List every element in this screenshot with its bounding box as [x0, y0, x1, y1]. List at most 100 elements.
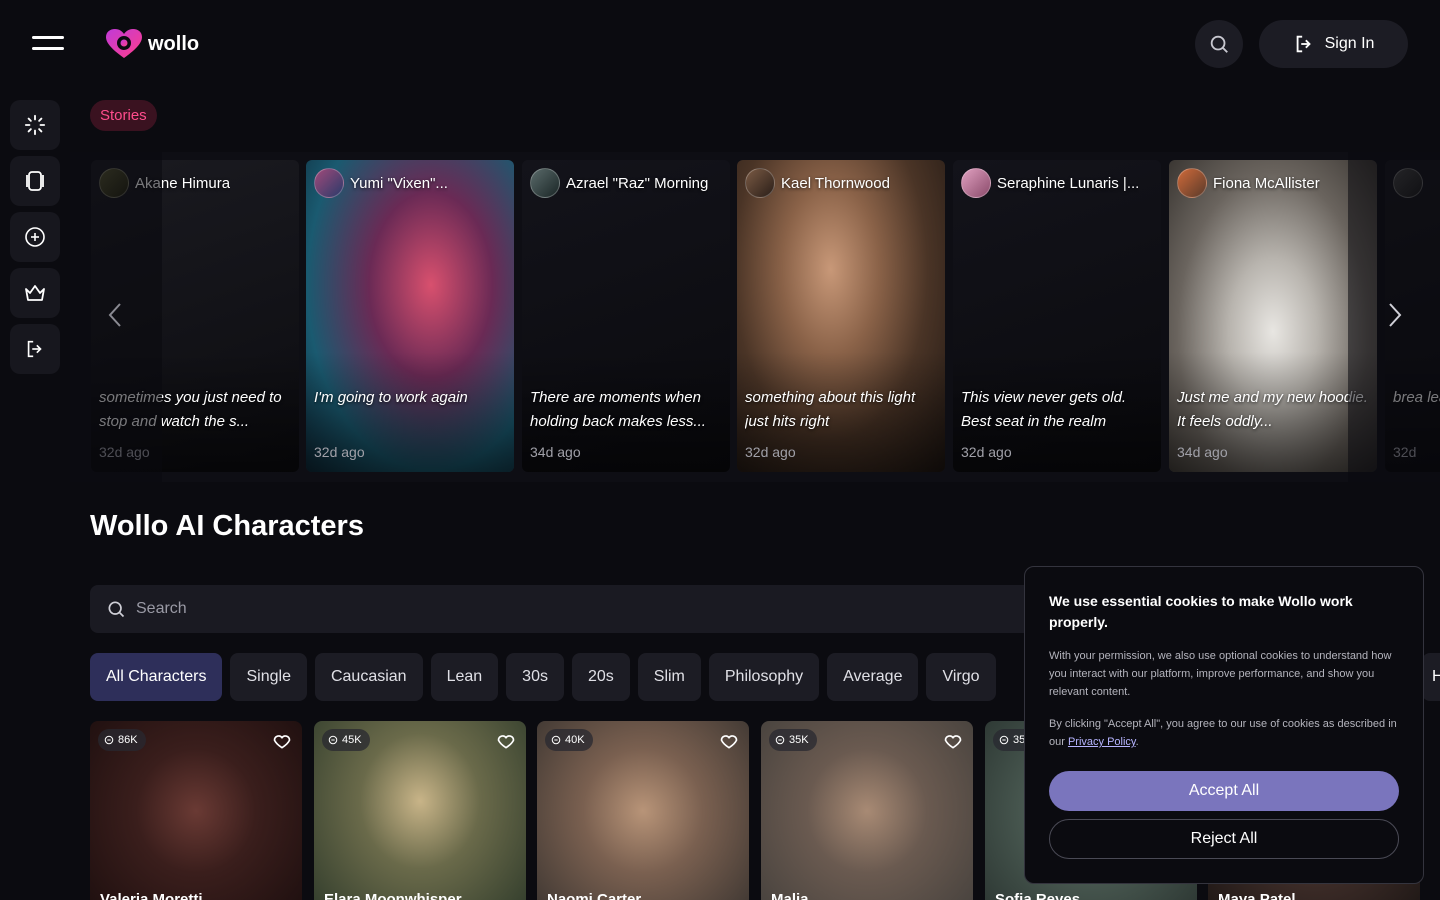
- heart-icon[interactable]: [272, 731, 292, 751]
- chip-philosophy[interactable]: Philosophy: [708, 653, 820, 701]
- story-time: 32d ago: [961, 444, 1012, 460]
- story-time: 32d ago: [314, 444, 365, 460]
- plus-circle-icon: [25, 227, 45, 247]
- avatar: [99, 168, 129, 198]
- chat-count-badge: 35K: [769, 729, 817, 751]
- character-name: Malia: [771, 891, 809, 900]
- filter-chips: All Characters Single Caucasian Lean 30s…: [90, 653, 996, 701]
- avatar: [314, 168, 344, 198]
- chat-count-badge: 86K: [98, 729, 146, 751]
- chat-icon: [104, 735, 114, 745]
- top-bar: wollo Sign In: [0, 0, 1440, 88]
- story-author: Azrael "Raz" Morning: [566, 174, 709, 192]
- cookie-body: With your permission, we also use option…: [1049, 650, 1392, 698]
- heart-icon[interactable]: [943, 731, 963, 751]
- chip-virgo[interactable]: Virgo: [926, 653, 996, 701]
- brand-name: wollo: [148, 32, 200, 55]
- avatar: [1393, 168, 1423, 198]
- story-caption: This view never gets old. Best seat in t…: [961, 389, 1127, 430]
- chat-count-badge: 45K: [322, 729, 370, 751]
- story-caption: Just me and my new hoodie. It feels oddl…: [1177, 389, 1368, 430]
- sign-in-button[interactable]: Sign In: [1259, 20, 1408, 68]
- chip-30s[interactable]: 30s: [506, 653, 564, 701]
- chevron-right-icon[interactable]: [1382, 300, 1406, 330]
- character-card[interactable]: 86K Valeria Moretti: [90, 721, 302, 900]
- story-card[interactable]: Azrael "Raz" Morning There are moments w…: [522, 160, 730, 472]
- chip-caucasian[interactable]: Caucasian: [314, 653, 423, 701]
- login-icon: [1296, 35, 1311, 53]
- story-author: Seraphine Lunaris |...: [997, 174, 1140, 192]
- chip-clipped[interactable]: H: [1422, 653, 1440, 701]
- story-card[interactable]: Fiona McAllister Just me and my new hood…: [1169, 160, 1377, 472]
- avatar: [530, 168, 560, 198]
- story-time: 32d: [1393, 444, 1417, 460]
- character-card[interactable]: 45K Elara Moonwhisper: [314, 721, 526, 900]
- avatar: [1177, 168, 1207, 198]
- chip-20s[interactable]: 20s: [571, 653, 630, 701]
- chat-icon: [775, 735, 785, 745]
- heart-icon[interactable]: [496, 731, 516, 751]
- story-caption: something about this light just hits rig…: [745, 389, 916, 430]
- story-card[interactable]: Kael Thornwood something about this ligh…: [737, 160, 945, 472]
- logo-heart-icon: [106, 29, 142, 58]
- avatar: [961, 168, 991, 198]
- search-input[interactable]: [136, 600, 736, 618]
- chip-average[interactable]: Average: [827, 653, 919, 701]
- chip-single[interactable]: Single: [230, 653, 307, 701]
- character-name: Naomi Carter: [547, 891, 642, 900]
- heart-icon[interactable]: [719, 731, 739, 751]
- character-name: Elara Moonwhisper: [324, 891, 462, 900]
- story-time: 32d ago: [745, 444, 796, 460]
- stories-label: Stories: [90, 100, 157, 131]
- story-card[interactable]: Seraphine Lunaris |... This view never g…: [953, 160, 1161, 472]
- privacy-policy-link[interactable]: Privacy Policy: [1068, 736, 1136, 748]
- story-time: 32d ago: [99, 444, 150, 460]
- story-author: Akane Himura: [135, 174, 231, 192]
- section-title: Wollo AI Characters: [90, 510, 364, 542]
- rail-collection-button[interactable]: [10, 156, 60, 206]
- logout-icon: [27, 340, 42, 358]
- story-author: Kael Thornwood: [781, 174, 890, 192]
- chat-icon: [999, 735, 1009, 745]
- cookie-consent-text: By clicking "Accept All", you agree to o…: [1049, 718, 1397, 748]
- rail-logout-button[interactable]: [10, 324, 60, 374]
- spinner-icon: [24, 114, 46, 136]
- logo[interactable]: wollo: [104, 28, 199, 60]
- story-time: 34d ago: [530, 444, 581, 460]
- character-name: Maya Patel: [1218, 891, 1296, 900]
- chat-icon: [551, 735, 561, 745]
- story-card[interactable]: Yumi "Vixen"... I'm going to work again …: [306, 160, 514, 472]
- cards-icon: [26, 171, 44, 191]
- story-caption: There are moments when holding back make…: [530, 389, 706, 430]
- sign-in-label: Sign In: [1324, 35, 1375, 52]
- rail-discover-button[interactable]: [10, 100, 60, 150]
- character-card[interactable]: 35K Malia: [761, 721, 973, 900]
- search-icon: [108, 601, 125, 618]
- cookie-consent-panel: We use essential cookies to make Wollo w…: [1024, 566, 1424, 884]
- rail-create-button[interactable]: [10, 212, 60, 262]
- story-author: Yumi "Vixen"...: [350, 174, 448, 192]
- chip-lean[interactable]: Lean: [430, 653, 499, 701]
- menu-icon[interactable]: [32, 34, 64, 54]
- character-card[interactable]: 40K Naomi Carter: [537, 721, 749, 900]
- cookie-title: We use essential cookies to make Wollo w…: [1049, 593, 1353, 630]
- reject-all-button[interactable]: Reject All: [1049, 819, 1399, 859]
- left-rail: [10, 100, 60, 380]
- chip-all-characters[interactable]: All Characters: [90, 653, 223, 701]
- rail-premium-button[interactable]: [10, 268, 60, 318]
- story-caption: sometimes you just need to stop and watc…: [99, 389, 282, 430]
- chat-icon: [328, 735, 338, 745]
- chat-count-badge: 40K: [545, 729, 593, 751]
- crown-icon: [25, 285, 45, 301]
- character-name: Sofia Reyes: [995, 891, 1081, 900]
- search-icon: [1210, 35, 1228, 53]
- story-caption: brea leas: [1393, 389, 1440, 406]
- story-author: Fiona McAllister: [1213, 174, 1320, 192]
- search-button[interactable]: [1195, 20, 1243, 68]
- character-name: Valeria Moretti: [100, 891, 203, 900]
- accept-all-button[interactable]: Accept All: [1049, 771, 1399, 811]
- chip-slim[interactable]: Slim: [637, 653, 701, 701]
- story-caption: I'm going to work again: [314, 389, 468, 406]
- chevron-left-icon[interactable]: [104, 300, 128, 330]
- story-time: 34d ago: [1177, 444, 1228, 460]
